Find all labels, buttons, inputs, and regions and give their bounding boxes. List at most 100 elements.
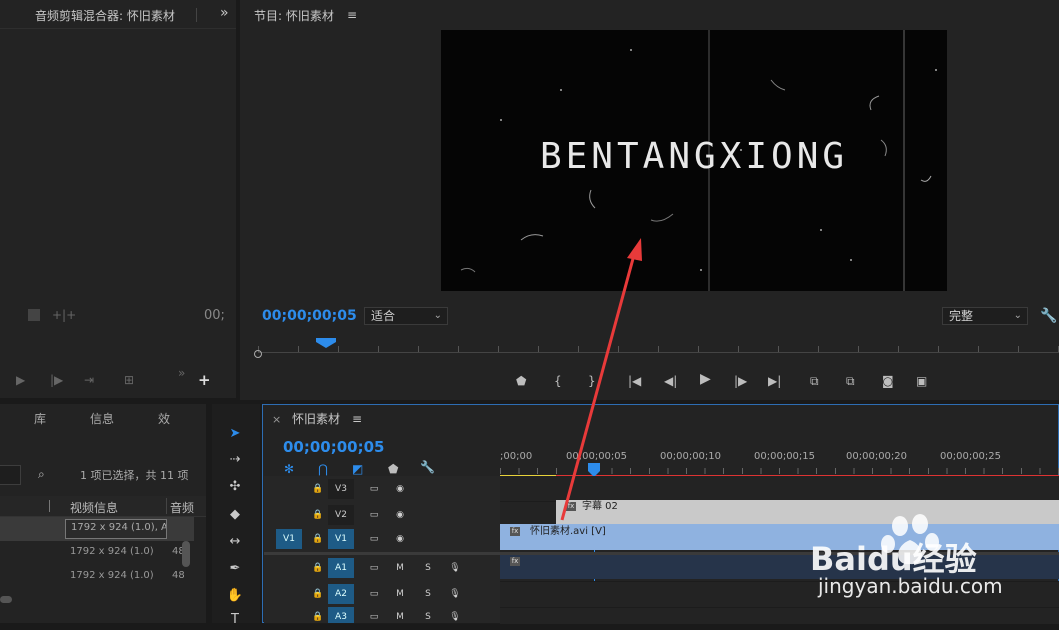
sync-lock-icon[interactable]: ▭ bbox=[366, 584, 382, 604]
track-header-v1[interactable]: V1 🔒 V1 ▭ ◉ bbox=[264, 526, 500, 553]
solo-button[interactable]: S bbox=[422, 607, 434, 623]
track-label-v2[interactable]: V2 bbox=[328, 505, 354, 525]
solo-button[interactable]: S bbox=[422, 584, 434, 604]
column-divider[interactable] bbox=[49, 500, 50, 512]
cell-video-info[interactable]: 1792 x 924 (1.0), Al bbox=[65, 519, 167, 539]
comparison-view-icon[interactable]: ▣ bbox=[916, 374, 927, 388]
lock-icon[interactable]: 🔒 bbox=[312, 529, 324, 549]
track-header-a3[interactable]: 🔒 A3 ▭ M S 🎙 bbox=[264, 607, 500, 624]
search-bin-icon[interactable]: ⌕ bbox=[38, 467, 45, 481]
program-timecode[interactable]: 00;00;00;05 bbox=[262, 308, 357, 324]
col-header-video-info[interactable]: 视频信息 bbox=[70, 499, 118, 516]
magnet-icon[interactable]: ⋂ bbox=[318, 462, 328, 476]
loop-icon[interactable]: ⇥ bbox=[84, 373, 94, 387]
source-patch-v1[interactable]: V1 bbox=[276, 529, 302, 549]
wrench-icon[interactable]: 🔧 bbox=[420, 460, 435, 474]
horizontal-scrollbar[interactable] bbox=[0, 596, 12, 603]
sync-lock-icon[interactable]: ▭ bbox=[366, 607, 382, 623]
eye-icon[interactable]: ◉ bbox=[392, 505, 408, 525]
timeline-title[interactable]: 怀旧素材 bbox=[292, 410, 340, 427]
zoom-handle[interactable] bbox=[254, 350, 262, 358]
export-icon[interactable]: ⊞ bbox=[124, 373, 134, 387]
playback-quality-select[interactable]: 完整 ⌄ bbox=[942, 307, 1028, 325]
track-label-a1[interactable]: A1 bbox=[328, 558, 354, 578]
selection-tool-icon[interactable]: ➤ bbox=[222, 424, 248, 444]
sync-lock-icon[interactable]: ▭ bbox=[366, 505, 382, 525]
lock-icon[interactable]: 🔒 bbox=[312, 558, 324, 578]
add-marker-icon[interactable]: ⬟ bbox=[388, 462, 398, 476]
play-button[interactable]: ▶ bbox=[700, 372, 711, 386]
table-row[interactable]: 1792 x 924 (1.0), Al bbox=[0, 517, 194, 541]
table-row[interactable]: 1792 x 924 (1.0) 48 bbox=[0, 565, 194, 589]
sync-lock-icon[interactable]: ▭ bbox=[366, 479, 382, 499]
link-icon[interactable]: +|+ bbox=[52, 308, 76, 322]
track-label-v3[interactable]: V3 bbox=[328, 479, 354, 499]
lock-icon[interactable]: 🔒 bbox=[312, 479, 324, 499]
play-icon[interactable]: ▶ bbox=[16, 373, 25, 387]
track-header-v3[interactable]: 🔒 V3 ▭ ◉ bbox=[264, 476, 500, 503]
search-input[interactable] bbox=[0, 465, 21, 485]
sync-lock-icon[interactable]: ▭ bbox=[366, 529, 382, 549]
microphone-icon[interactable]: 🎙 bbox=[448, 584, 462, 604]
program-monitor-title[interactable]: 节目: 怀旧素材 bbox=[254, 7, 334, 24]
lock-icon[interactable]: 🔒 bbox=[312, 584, 324, 604]
tab-info[interactable]: 信息 bbox=[90, 410, 114, 427]
video-frame[interactable]: BENTANGXIONG bbox=[441, 30, 947, 291]
step-back-icon[interactable]: ◀| bbox=[664, 374, 677, 388]
step-forward-icon[interactable]: |▶ bbox=[50, 373, 63, 387]
audio-mixer-title[interactable]: 音频剪辑混合器: 怀旧素材 bbox=[35, 7, 175, 24]
mute-button[interactable]: M bbox=[394, 584, 406, 604]
type-tool-icon[interactable]: T bbox=[222, 610, 248, 630]
program-scrub-bar[interactable] bbox=[254, 346, 1059, 362]
panel-overflow-button[interactable]: » bbox=[220, 5, 229, 21]
lift-icon[interactable]: ⧉ bbox=[810, 374, 819, 388]
microphone-icon[interactable]: 🎙 bbox=[448, 607, 462, 623]
razor-tool-icon[interactable]: ◆ bbox=[222, 505, 248, 525]
sync-lock-icon[interactable]: ▭ bbox=[366, 558, 382, 578]
microphone-icon[interactable]: 🎙 bbox=[448, 558, 462, 578]
track-label-a2[interactable]: A2 bbox=[328, 584, 354, 604]
track-select-tool-icon[interactable]: ⇢ bbox=[222, 450, 248, 470]
program-menu-icon[interactable]: ≡ bbox=[347, 8, 357, 22]
track-header-a2[interactable]: 🔒 A2 ▭ M S 🎙 bbox=[264, 581, 500, 608]
add-marker-icon[interactable]: ⬟ bbox=[516, 374, 526, 388]
go-to-in-icon[interactable]: |◀ bbox=[628, 374, 641, 388]
track-lane-v3[interactable] bbox=[500, 476, 1059, 502]
lock-icon[interactable]: 🔒 bbox=[312, 505, 324, 525]
pen-tool-icon[interactable]: ✒ bbox=[222, 559, 248, 579]
add-button[interactable]: + bbox=[198, 373, 211, 388]
snap-icon[interactable]: ✻ bbox=[284, 462, 294, 476]
go-to-out-icon[interactable]: ▶| bbox=[768, 374, 781, 388]
mute-button[interactable]: M bbox=[394, 558, 406, 578]
lock-icon[interactable]: 🔒 bbox=[312, 607, 324, 623]
tab-effects[interactable]: 效 bbox=[158, 410, 170, 427]
vertical-scrollbar[interactable] bbox=[182, 541, 190, 567]
mark-out-icon[interactable]: } bbox=[588, 374, 596, 388]
timeline-timecode[interactable]: 00;00;00;05 bbox=[283, 438, 385, 456]
step-forward-icon[interactable]: |▶ bbox=[734, 374, 747, 388]
time-ruler[interactable]: ;00;00 00;00;00;05 00;00;00;10 00;00;00;… bbox=[500, 448, 1059, 478]
wrench-icon[interactable]: 🔧 bbox=[1040, 309, 1057, 323]
extract-icon[interactable]: ⧉ bbox=[846, 374, 855, 388]
eye-icon[interactable]: ◉ bbox=[392, 479, 408, 499]
camera-icon[interactable]: ◙ bbox=[882, 374, 894, 388]
mute-button[interactable]: M bbox=[394, 607, 406, 623]
table-row[interactable]: 1792 x 924 (1.0) 48 bbox=[0, 541, 194, 565]
timeline-menu-icon[interactable]: ≡ bbox=[352, 412, 362, 426]
meter-square-icon[interactable] bbox=[28, 309, 40, 321]
mark-in-icon[interactable]: { bbox=[554, 374, 562, 388]
close-icon[interactable]: × bbox=[272, 413, 281, 426]
col-header-audio-info[interactable]: 音频 bbox=[170, 499, 194, 516]
mixer-overflow-icon[interactable]: » bbox=[178, 366, 185, 380]
zoom-fit-select[interactable]: 适合 ⌄ bbox=[364, 307, 448, 325]
track-label-v1[interactable]: V1 bbox=[328, 529, 354, 549]
track-label-a3[interactable]: A3 bbox=[328, 607, 354, 623]
hand-tool-icon[interactable]: ✋ bbox=[222, 586, 248, 606]
ripple-edit-tool-icon[interactable]: ✣ bbox=[222, 477, 248, 497]
solo-button[interactable]: S bbox=[422, 558, 434, 578]
track-header-v2[interactable]: 🔒 V2 ▭ ◉ bbox=[264, 502, 500, 529]
track-header-a1[interactable]: 🔒 A1 ▭ M S 🎙 bbox=[264, 555, 500, 582]
eye-icon[interactable]: ◉ bbox=[392, 529, 408, 549]
linked-selection-icon[interactable]: ◩ bbox=[352, 462, 363, 476]
slip-tool-icon[interactable]: ↔ bbox=[222, 532, 248, 552]
